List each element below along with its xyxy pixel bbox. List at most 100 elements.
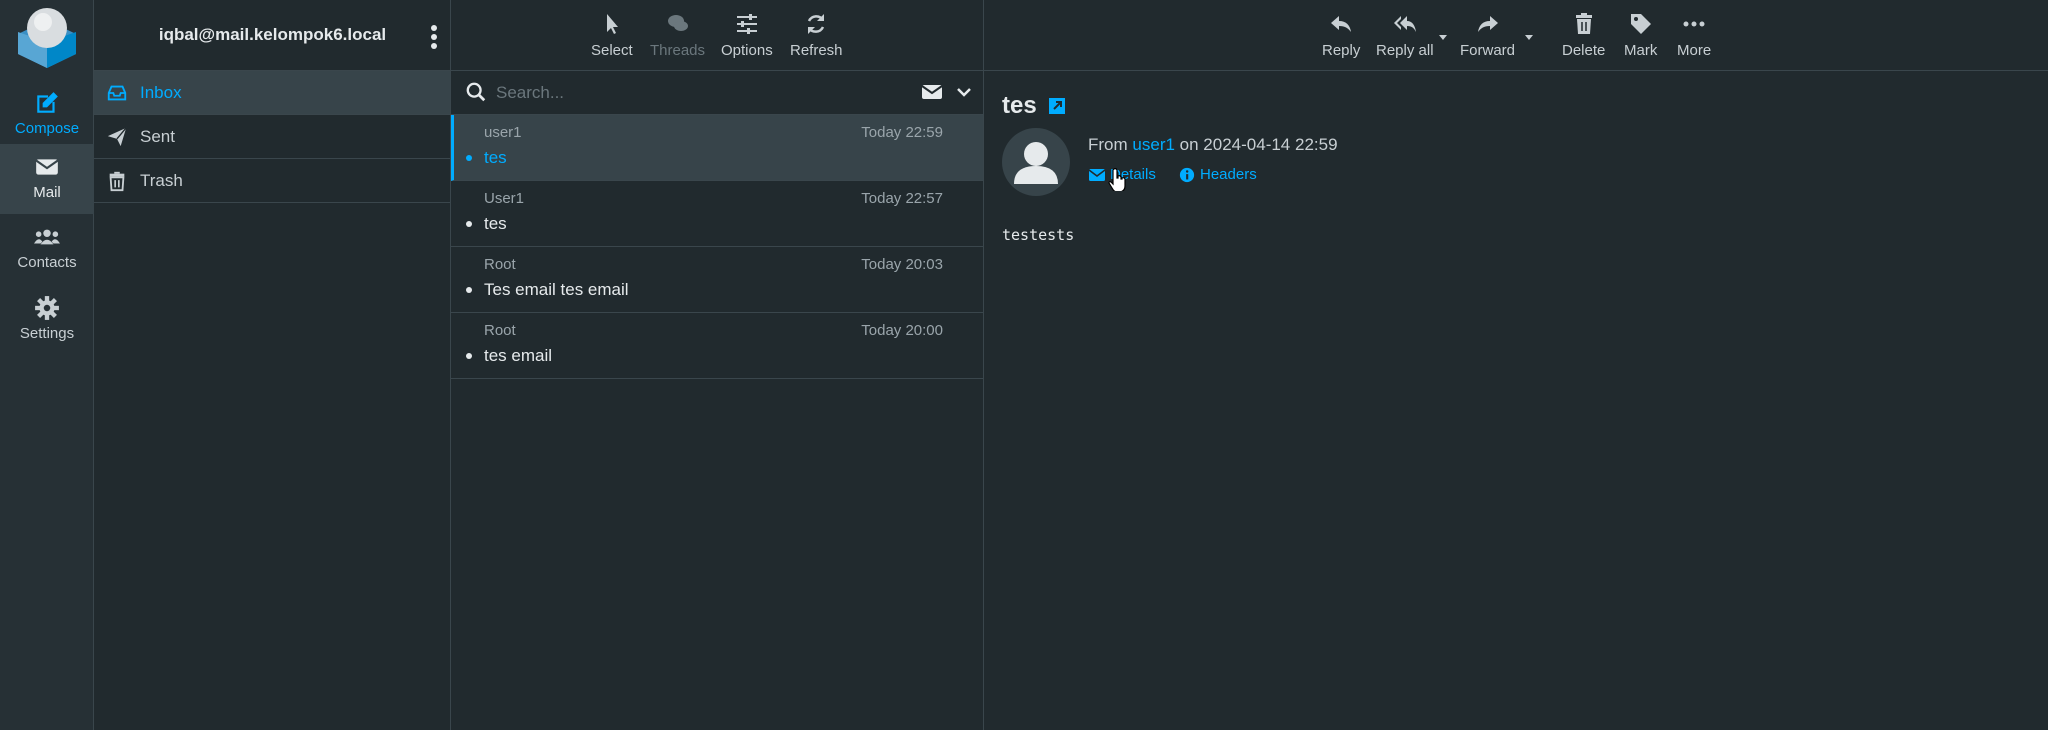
tag-icon: [1630, 14, 1651, 34]
headers-link[interactable]: Headers: [1178, 166, 1257, 183]
unread-dot: [466, 221, 472, 227]
message-time: Today 20:03: [861, 256, 943, 273]
chevron-down-icon[interactable]: [955, 83, 973, 101]
trash-icon: [1575, 13, 1592, 34]
message-time: Today 20:00: [861, 322, 943, 339]
threads-label: Threads: [650, 42, 706, 59]
reply-all-label: Reply all: [1376, 42, 1434, 59]
settings-label: Settings: [19, 325, 75, 342]
unread-dot: [466, 155, 472, 161]
folder-label: Trash: [140, 171, 183, 190]
search-bar: [451, 71, 983, 115]
reply-all-dropdown-icon[interactable]: [1438, 32, 1448, 42]
forward-label: Forward: [1460, 42, 1516, 59]
message-row[interactable]: Root Today 20:03 Tes email tes email: [451, 247, 983, 313]
edit-icon: [37, 92, 58, 113]
message-from: User1: [484, 190, 525, 207]
message-from: Root: [484, 322, 516, 339]
folders-header: iqbal@mail.kelompok6.local: [94, 0, 450, 71]
contacts-label: Contacts: [17, 254, 77, 271]
more-dots-icon: [1683, 21, 1705, 27]
sender-avatar: [1002, 128, 1070, 196]
message-toolbar: Reply Reply all Forward Delete Mark More: [984, 0, 2048, 71]
delete-button[interactable]: Delete: [1562, 12, 1605, 59]
envelope-icon: [1088, 169, 1106, 182]
message-row[interactable]: User1 Today 22:57 tes: [451, 181, 983, 247]
message-time: Today 22:59: [861, 124, 943, 141]
folder-trash[interactable]: Trash: [94, 159, 450, 203]
options-button[interactable]: Options: [721, 12, 773, 59]
users-icon: [34, 229, 60, 245]
reading-pane: Reply Reply all Forward Delete Mark More…: [984, 0, 2048, 730]
more-label: More: [1677, 42, 1712, 59]
forward-icon: [1477, 16, 1498, 32]
delete-label: Delete: [1562, 42, 1606, 59]
contacts-nav-item[interactable]: Contacts: [0, 214, 94, 284]
search-input[interactable]: [496, 81, 886, 105]
unread-dot: [466, 353, 472, 359]
roundcube-logo[interactable]: [14, 4, 80, 72]
gear-icon: [35, 296, 59, 320]
message-body: testests: [1002, 226, 1075, 244]
settings-nav-item[interactable]: Settings: [0, 285, 94, 355]
envelope-icon: [35, 159, 59, 175]
select-label: Select: [591, 42, 633, 59]
trash-icon: [109, 171, 125, 192]
folder-inbox[interactable]: Inbox: [94, 71, 450, 115]
pointer-icon: [606, 14, 618, 34]
comments-icon: [667, 15, 688, 31]
mark-button[interactable]: Mark: [1624, 12, 1657, 59]
message-subject: Tes email tes email: [484, 280, 629, 299]
folder-sent[interactable]: Sent: [94, 115, 450, 159]
options-label: Options: [721, 42, 773, 59]
message-from: Root: [484, 256, 516, 273]
reply-all-icon: [1393, 16, 1416, 32]
account-name: iqbal@mail.kelompok6.local: [158, 25, 387, 44]
folder-pane: iqbal@mail.kelompok6.local Inbox Sent Tr…: [94, 0, 451, 730]
forward-button[interactable]: Forward: [1460, 12, 1515, 59]
sliders-icon: [736, 14, 757, 34]
open-in-new-window-icon[interactable]: [1048, 97, 1066, 115]
forward-dropdown-icon[interactable]: [1524, 32, 1534, 42]
reply-button[interactable]: Reply: [1322, 12, 1360, 59]
refresh-icon: [808, 14, 825, 34]
app-rail: Compose Mail Contacts Settings: [0, 0, 94, 730]
message-subject: tes: [484, 214, 507, 233]
unread-dot: [466, 287, 472, 293]
hand-cursor-icon: [1108, 168, 1126, 191]
message-list-pane: Select Threads Options Refresh Search...…: [451, 0, 984, 730]
mail-label: Mail: [33, 184, 61, 201]
mail-nav-item[interactable]: Mail: [0, 144, 94, 214]
message-time: Today 22:57: [861, 190, 943, 207]
message-subject-heading: tes: [1002, 92, 1037, 119]
compose-button[interactable]: Compose: [0, 80, 94, 150]
list-toolbar: Select Threads Options Refresh: [451, 0, 983, 71]
message-row[interactable]: user1 Today 22:59 tes: [451, 115, 983, 181]
headers-label: Headers: [1200, 166, 1257, 183]
inbox-icon: [107, 85, 127, 101]
select-button[interactable]: Select: [591, 12, 633, 59]
folder-label: Sent: [140, 127, 175, 146]
user-avatar-icon: [1014, 142, 1058, 184]
compose-label: Compose: [14, 120, 80, 137]
threads-button[interactable]: Threads: [650, 12, 705, 59]
search-icon: [466, 82, 486, 102]
message-row[interactable]: Root Today 20:00 tes email: [451, 313, 983, 379]
folder-label: Inbox: [140, 83, 182, 102]
reply-icon: [1331, 16, 1352, 32]
reply-all-button[interactable]: Reply all: [1376, 12, 1434, 59]
reply-label: Reply: [1322, 42, 1361, 59]
message-subject: tes: [484, 148, 507, 167]
from-line: From user1 on 2024-04-14 22:59: [1088, 135, 1338, 155]
more-button[interactable]: More: [1677, 12, 1711, 59]
info-circle-icon: [1179, 167, 1195, 183]
refresh-button[interactable]: Refresh: [790, 12, 843, 59]
message-date: on 2024-04-14 22:59: [1179, 135, 1338, 154]
message-from: user1: [484, 124, 522, 141]
from-prefix: From: [1088, 135, 1128, 154]
sender-link[interactable]: user1: [1132, 135, 1175, 154]
mark-label: Mark: [1624, 42, 1658, 59]
envelope-filter-icon[interactable]: [921, 83, 943, 101]
kebab-menu-icon[interactable]: [428, 24, 440, 50]
paper-plane-icon: [107, 127, 127, 147]
